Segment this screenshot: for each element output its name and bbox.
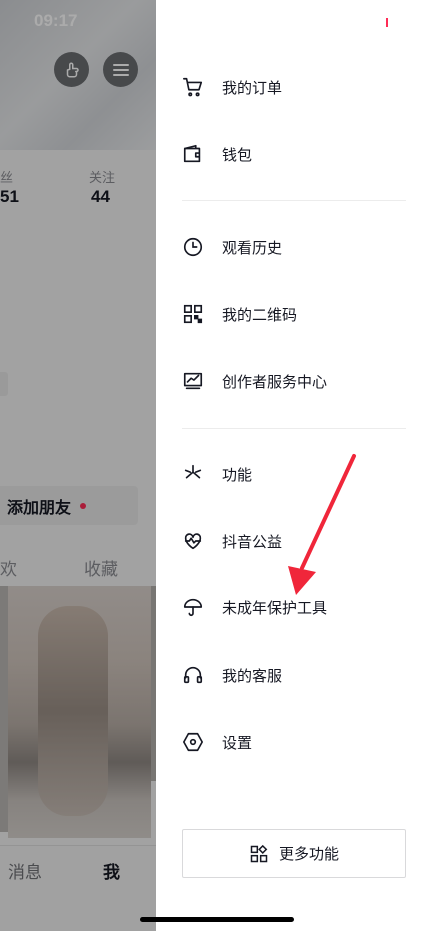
more-features-button[interactable]: 更多功能	[182, 829, 406, 878]
profile-background: 09:17 丝 51 关注 44 添加朋友 欢 收藏 消息 我	[0, 0, 156, 931]
divider	[182, 428, 406, 429]
settings-hexagon-icon	[182, 731, 204, 753]
wallet-icon	[182, 143, 204, 165]
menu-item-settings[interactable]: 设置	[182, 722, 252, 762]
menu-item-minor-protection[interactable]: 未成年保护工具	[182, 587, 327, 627]
sparkle-icon	[182, 463, 204, 485]
menu-item-charity[interactable]: 抖音公益	[182, 521, 282, 561]
menu-item-orders[interactable]: 我的订单	[182, 67, 282, 107]
menu-item-label: 我的订单	[222, 78, 283, 97]
more-features-label: 更多功能	[278, 845, 339, 863]
qr-code-icon	[182, 303, 204, 325]
red-indicator	[386, 18, 388, 27]
chart-monitor-icon	[182, 370, 204, 392]
menu-item-label: 未成年保护工具	[222, 598, 328, 617]
grid-apps-icon	[249, 844, 269, 864]
menu-item-wallet[interactable]: 钱包	[182, 134, 252, 174]
menu-item-label: 我的客服	[222, 666, 283, 685]
dim-overlay[interactable]	[0, 0, 156, 931]
heart-pulse-icon	[182, 530, 204, 552]
menu-item-customer-service[interactable]: 我的客服	[182, 655, 282, 695]
menu-item-label: 创作者服务中心	[222, 372, 328, 391]
menu-item-label: 我的二维码	[222, 305, 298, 324]
menu-item-creator-center[interactable]: 创作者服务中心	[182, 361, 327, 401]
umbrella-icon	[182, 596, 204, 618]
cart-icon	[182, 76, 204, 98]
menu-item-label: 设置	[222, 733, 253, 752]
menu-item-qrcode[interactable]: 我的二维码	[182, 294, 297, 334]
menu-item-history[interactable]: 观看历史	[182, 227, 282, 267]
divider	[182, 200, 406, 201]
menu-item-label: 观看历史	[222, 238, 283, 257]
menu-item-label: 抖音公益	[222, 532, 283, 551]
clock-icon	[182, 236, 204, 258]
menu-item-label: 钱包	[222, 145, 253, 164]
home-indicator	[140, 917, 294, 922]
headset-icon	[182, 664, 204, 686]
menu-item-features[interactable]: 功能	[182, 454, 252, 494]
menu-item-label: 功能	[222, 465, 253, 484]
